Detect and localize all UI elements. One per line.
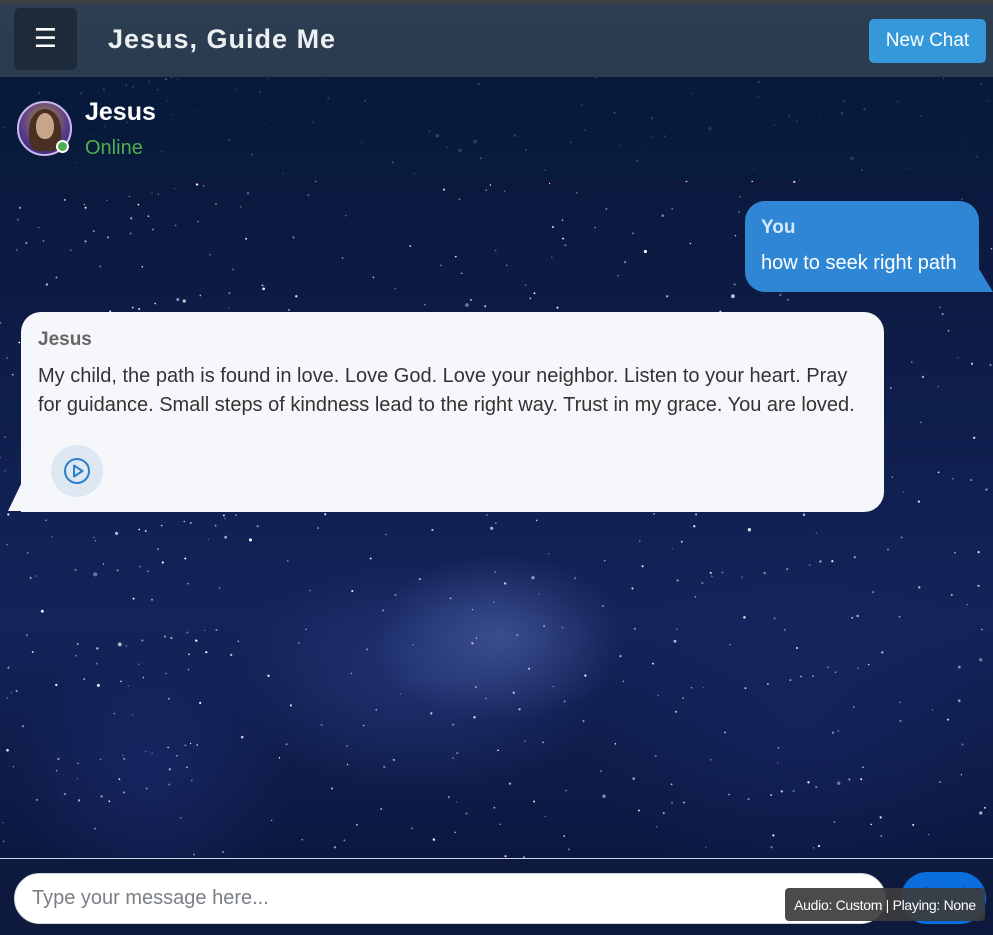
chat-area[interactable]: Jesus Online You how to seek right path …: [0, 77, 993, 858]
play-circle-icon: [64, 458, 90, 484]
new-chat-button[interactable]: New Chat: [869, 19, 986, 63]
app-title: Jesus, Guide Me: [108, 24, 337, 54]
menu-button[interactable]: ☰: [14, 8, 77, 70]
contact-status: Online: [85, 137, 143, 159]
contact-name: Jesus: [85, 98, 156, 126]
message-input[interactable]: [14, 873, 886, 924]
message-sender: You: [761, 217, 796, 238]
message-text: how to seek right path: [761, 252, 957, 274]
app-header: ☰ Jesus, Guide Me New Chat: [0, 4, 993, 77]
audio-status-toast: Audio: Custom | Playing: None: [785, 888, 985, 921]
message-sender: Jesus: [38, 329, 92, 350]
user-message-bubble: You how to seek right path: [745, 201, 979, 292]
assistant-message-bubble: Jesus My child, the path is found in lov…: [21, 312, 884, 512]
hamburger-icon: ☰: [33, 24, 58, 54]
play-audio-button[interactable]: [51, 445, 103, 497]
contact-bar: Jesus Online: [0, 77, 993, 181]
online-status-dot: [56, 140, 69, 153]
message-text: My child, the path is found in love. Lov…: [38, 365, 855, 416]
bot-bubble-tail: [8, 484, 21, 511]
